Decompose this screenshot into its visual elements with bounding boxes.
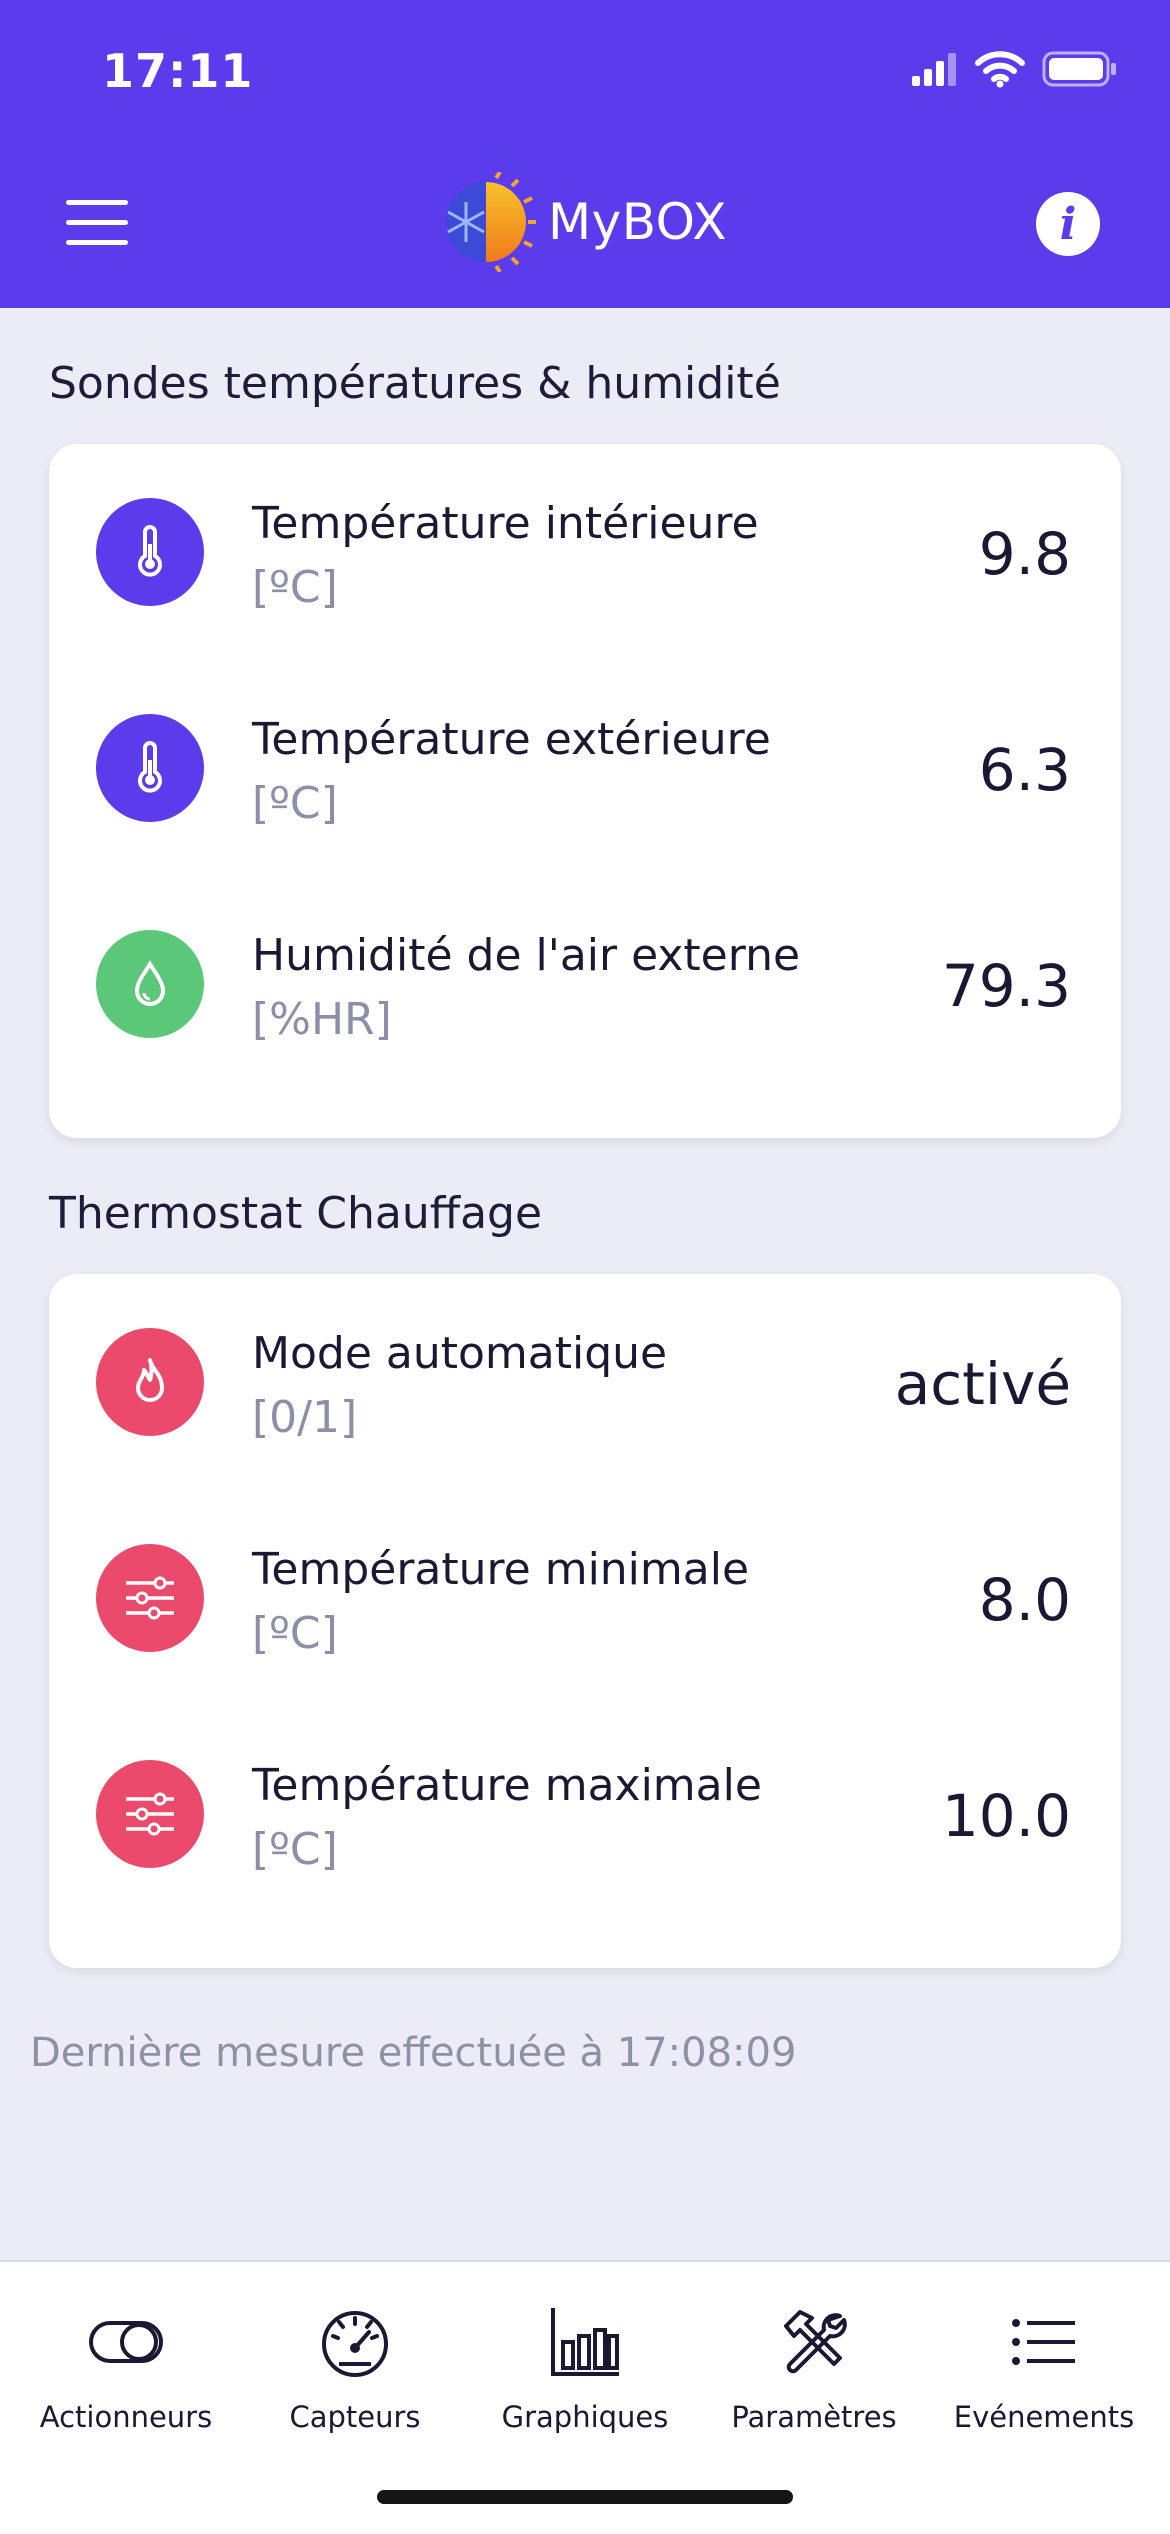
- tab-capteurs[interactable]: Capteurs: [238, 2292, 472, 2442]
- app-title: MyBOX: [548, 193, 728, 251]
- sensor-row-indoor-temperature[interactable]: Température intérieure [ºC] 9.8: [49, 444, 1121, 660]
- water-drop-icon: [96, 930, 204, 1038]
- app-header: 17:11 MyBOX i: [0, 0, 1170, 308]
- toggle-icon: [86, 2302, 166, 2382]
- row-unit: [ºC]: [252, 562, 338, 613]
- row-value: 9.8: [978, 520, 1071, 588]
- row-unit: [ºC]: [252, 1608, 338, 1659]
- thermometer-icon: [96, 714, 204, 822]
- row-value: 79.3: [941, 952, 1071, 1020]
- app-logo-title: MyBOX: [436, 172, 727, 272]
- info-button[interactable]: i: [1036, 192, 1100, 256]
- info-icon: i: [1059, 198, 1077, 250]
- row-value: 8.0: [978, 1566, 1071, 1634]
- sliders-icon: [96, 1544, 204, 1652]
- thermometer-icon: [96, 498, 204, 606]
- tab-label: Graphiques: [501, 2400, 669, 2434]
- last-measurement-note: Dernière mesure effectuée à 17:08:09: [30, 2030, 797, 2076]
- list-icon: [1004, 2302, 1084, 2382]
- flame-icon: [96, 1328, 204, 1436]
- sensor-row-outdoor-humidity[interactable]: Humidité de l'air externe [%HR] 79.3: [49, 876, 1121, 1092]
- row-label: Mode automatique: [252, 1328, 668, 1379]
- row-label: Humidité de l'air externe: [252, 930, 801, 981]
- row-unit: [ºC]: [252, 1824, 338, 1875]
- row-label: Température extérieure: [252, 714, 771, 765]
- wifi-icon: [975, 51, 1025, 88]
- sensor-row-outdoor-temperature[interactable]: Température extérieure [ºC] 6.3: [49, 660, 1121, 876]
- row-value: activé: [894, 1350, 1071, 1418]
- tools-icon: [774, 2302, 854, 2382]
- cellular-signal-icon: [912, 53, 956, 86]
- row-value: 10.0: [941, 1782, 1071, 1850]
- status-time: 17:11: [102, 44, 254, 98]
- hamburger-menu-button[interactable]: [66, 200, 128, 246]
- tab-graphiques[interactable]: Graphiques: [468, 2292, 702, 2442]
- thermostat-row-auto-mode[interactable]: Mode automatique [0/1] activé: [49, 1274, 1121, 1490]
- bar-chart-icon: [545, 2302, 625, 2382]
- row-unit: [%HR]: [252, 994, 392, 1045]
- tab-label: Paramètres: [731, 2400, 897, 2434]
- sliders-icon: [96, 1760, 204, 1868]
- tab-label: Capteurs: [289, 2400, 421, 2434]
- row-label: Température intérieure: [252, 498, 759, 549]
- thermostat-row-max-temperature[interactable]: Température maximale [ºC] 10.0: [49, 1706, 1121, 1922]
- thermostat-card: Mode automatique [0/1] activé Températur…: [49, 1274, 1121, 1968]
- row-unit: [0/1]: [252, 1392, 358, 1443]
- section-title-thermostat: Thermostat Chauffage: [49, 1188, 543, 1239]
- section-title-sensors: Sondes températures & humidité: [49, 358, 781, 409]
- row-label: Température maximale: [252, 1760, 762, 1811]
- tab-label: Evénements: [953, 2400, 1135, 2434]
- thermostat-row-min-temperature[interactable]: Température minimale [ºC] 8.0: [49, 1490, 1121, 1706]
- sensors-card: Température intérieure [ºC] 9.8 Températ…: [49, 444, 1121, 1138]
- row-label: Température minimale: [252, 1544, 750, 1595]
- row-value: 6.3: [978, 736, 1071, 804]
- battery-icon: [1042, 51, 1116, 87]
- tab-evenements[interactable]: Evénements: [927, 2292, 1161, 2442]
- status-icons: [910, 50, 1118, 88]
- tab-actionneurs[interactable]: Actionneurs: [9, 2292, 243, 2442]
- gauge-icon: [315, 2302, 395, 2382]
- row-unit: [ºC]: [252, 778, 338, 829]
- snowflake-sun-logo-icon: [446, 172, 536, 272]
- home-indicator: [377, 2490, 793, 2504]
- tab-label: Actionneurs: [39, 2400, 213, 2434]
- tab-parametres[interactable]: Paramètres: [697, 2292, 931, 2442]
